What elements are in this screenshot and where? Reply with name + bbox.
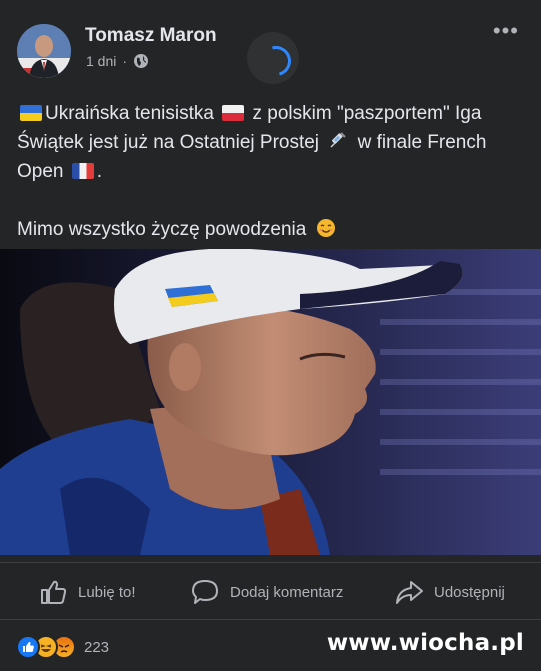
- post-text-segment: .: [96, 161, 103, 182]
- share-icon: [396, 581, 423, 604]
- ukraine-flag-icon: [20, 105, 42, 121]
- author-name[interactable]: Tomasz Maron: [85, 25, 217, 47]
- time-separator: ·: [122, 53, 128, 69]
- like-label: Lubię to!: [78, 583, 136, 601]
- post-paragraph-2: Mimo wszystko życzę powodzenia: [17, 215, 527, 244]
- share-button[interactable]: Udostępnij: [394, 563, 505, 621]
- france-flag-icon: [71, 163, 94, 179]
- reactions-summary[interactable]: 223: [16, 632, 109, 662]
- post-header: Tomasz Maron 1 dni · •••: [0, 0, 541, 90]
- reaction-count: 223: [84, 638, 110, 656]
- watermark: www.wiocha.pl: [326, 630, 524, 656]
- post-text-segment: Ukraińska tenisistka: [45, 103, 214, 124]
- post-meta: 1 dni ·: [86, 53, 149, 69]
- like-button[interactable]: Lubię to!: [38, 563, 136, 621]
- post-card: Tomasz Maron 1 dni · ••• Ukraińska tenis…: [0, 0, 541, 671]
- smile-icon: [316, 219, 335, 237]
- comment-button[interactable]: Dodaj komentarz: [190, 563, 343, 621]
- avatar[interactable]: [17, 24, 71, 78]
- comment-icon: [192, 580, 218, 604]
- syringe-icon: [330, 132, 347, 148]
- poland-flag-icon: [222, 105, 245, 121]
- share-label: Udostępnij: [434, 583, 505, 601]
- post-action-bar: Lubię to! Dodaj komentarz Udostępnij: [0, 562, 541, 620]
- post-text: Ukraińska tenisistka z polskim "paszport…: [17, 99, 527, 273]
- like-reaction-icon: [16, 635, 40, 659]
- post-time[interactable]: 1 dni: [86, 53, 116, 69]
- globe-icon: [134, 54, 149, 68]
- post-paragraph-1: Ukraińska tenisistka z polskim "paszport…: [17, 99, 527, 186]
- post-text-segment: Mimo wszystko życzę powodzenia: [17, 219, 307, 240]
- like-icon: [41, 580, 67, 604]
- post-photo[interactable]: [0, 249, 541, 555]
- loading-spinner-icon: [247, 32, 299, 84]
- comment-label: Dodaj komentarz: [230, 583, 344, 601]
- more-options-button[interactable]: •••: [493, 20, 519, 42]
